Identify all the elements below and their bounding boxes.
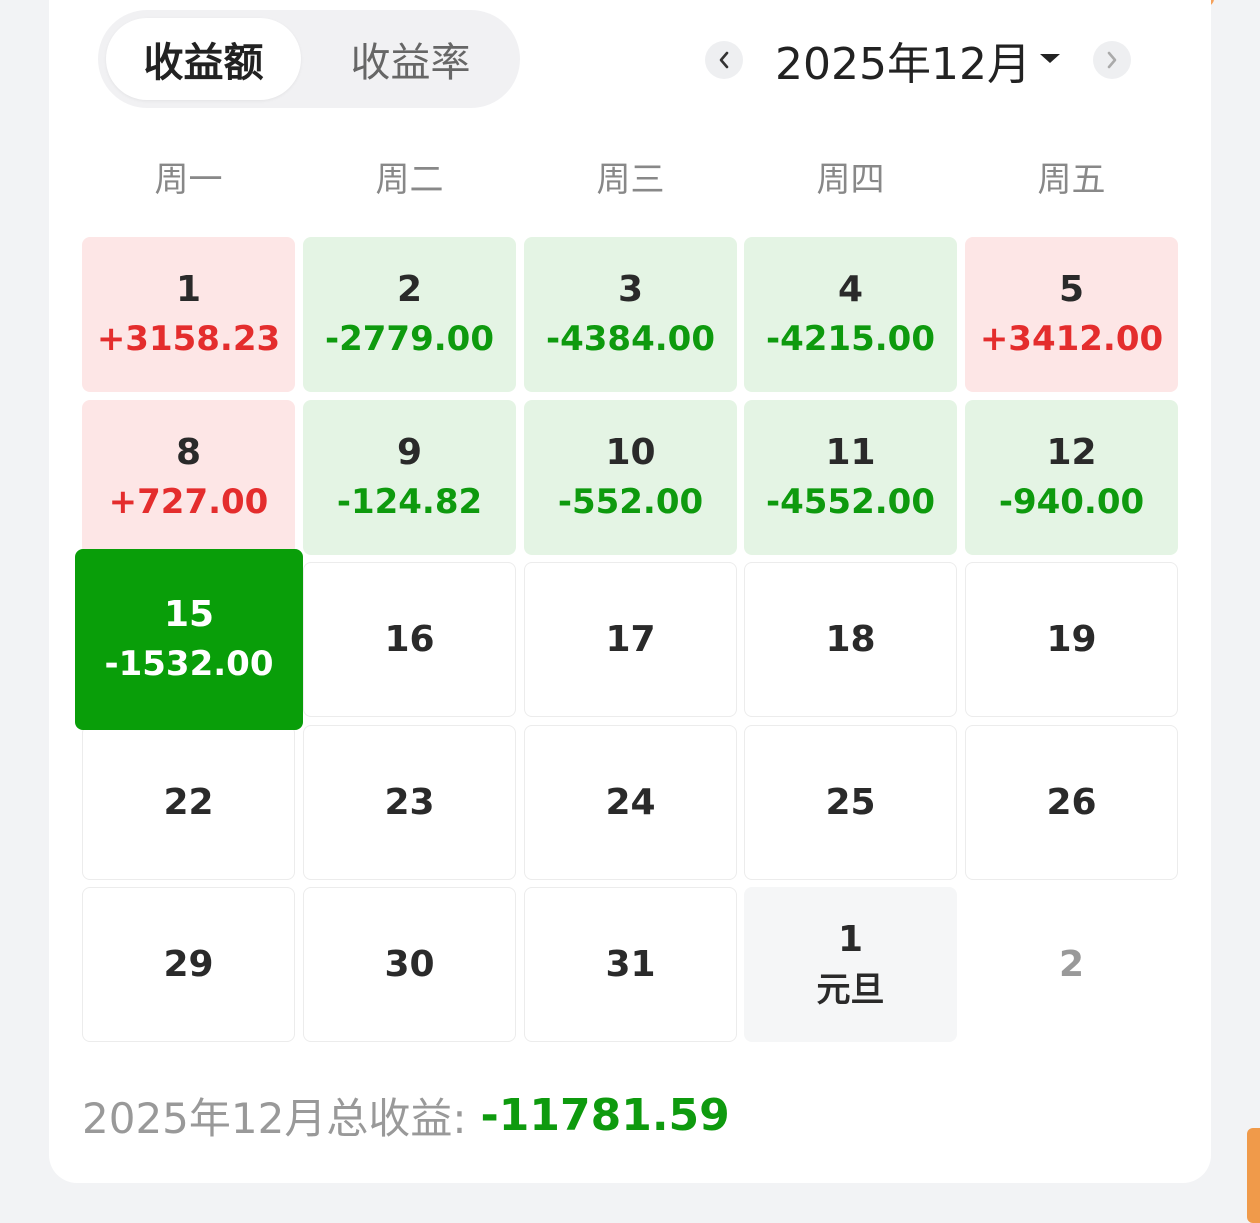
chevron-right-icon [1107, 51, 1117, 69]
tab-income-rate[interactable]: 收益率 [313, 18, 508, 100]
day-number: 3 [617, 268, 644, 310]
day-number: 1 [175, 268, 202, 310]
day-number: 2 [396, 268, 423, 310]
calendar-day-cell[interactable]: 17 [524, 562, 737, 717]
calendar-day-cell[interactable]: 30 [303, 887, 516, 1042]
caret-down-icon[interactable] [1040, 54, 1060, 63]
day-number: 16 [384, 618, 435, 660]
monthly-total-label: 2025年12月总收益: [82, 1093, 467, 1143]
day-number: 24 [605, 781, 656, 823]
calendar-day-cell[interactable]: 3 -4384.00 [524, 237, 737, 392]
day-number: 15 [163, 593, 215, 635]
calendar-day-cell[interactable]: 1 +3158.23 [82, 237, 295, 392]
day-income: -4215.00 [766, 318, 935, 359]
day-number: 10 [605, 431, 656, 473]
day-income: -552.00 [557, 481, 704, 522]
tab-income-amount[interactable]: 收益额 [106, 18, 301, 100]
day-number: 1 [837, 918, 864, 960]
weekday-label: 周四 [816, 160, 885, 200]
weekday-label: 周五 [1037, 160, 1106, 200]
calendar-day-cell[interactable]: 12 -940.00 [965, 400, 1178, 555]
calendar-day-cell[interactable]: 19 [965, 562, 1178, 717]
day-number: 29 [163, 943, 214, 985]
day-number: 12 [1046, 431, 1097, 473]
weekday-label: 周三 [596, 160, 665, 200]
calendar-day-cell[interactable]: 25 [744, 725, 957, 880]
calendar-day-cell[interactable]: 26 [965, 725, 1178, 880]
day-number: 9 [396, 431, 423, 473]
weekday-label: 周二 [375, 160, 444, 200]
holiday-label: 元旦 [816, 969, 885, 1010]
calendar-day-cell[interactable]: 5 +3412.00 [965, 237, 1178, 392]
calendar-day-cell[interactable]: 15 -1532.00 [75, 549, 303, 730]
side-handle[interactable] [1247, 1128, 1260, 1223]
day-income: +3158.23 [96, 318, 281, 359]
day-number: 17 [605, 618, 656, 660]
day-number: 8 [175, 431, 202, 473]
calendar-day-cell[interactable]: 16 [303, 562, 516, 717]
calendar-day-cell[interactable]: 4 -4215.00 [744, 237, 957, 392]
prev-month-button[interactable] [705, 41, 743, 79]
day-number: 4 [837, 268, 864, 310]
day-income: +3412.00 [979, 318, 1164, 359]
day-income: -1532.00 [104, 643, 274, 684]
day-number: 30 [384, 943, 435, 985]
calendar-day-cell[interactable]: 10 -552.00 [524, 400, 737, 555]
calendar-day-cell[interactable]: 24 [524, 725, 737, 880]
monthly-total-value: -11781.59 [480, 1089, 730, 1141]
day-income: -940.00 [998, 481, 1145, 522]
day-number: 2 [1058, 943, 1085, 985]
calendar-day-cell[interactable]: 9 -124.82 [303, 400, 516, 555]
calendar-day-cell[interactable]: 2 -2779.00 [303, 237, 516, 392]
day-income: -4384.00 [546, 318, 715, 359]
day-number: 23 [384, 781, 435, 823]
day-number: 31 [605, 943, 656, 985]
day-number: 26 [1046, 781, 1097, 823]
calendar-day-cell[interactable]: 1 元旦 [744, 887, 957, 1042]
day-number: 5 [1058, 268, 1085, 310]
calendar-day-cell[interactable]: 18 [744, 562, 957, 717]
day-income: -4552.00 [766, 481, 935, 522]
calendar-day-cell[interactable]: 23 [303, 725, 516, 880]
metric-toggle: 收益额 收益率 [98, 10, 520, 108]
next-month-button[interactable] [1093, 41, 1131, 79]
calendar-day-cell[interactable]: 29 [82, 887, 295, 1042]
day-number: 25 [825, 781, 876, 823]
month-selector[interactable]: 2025年12月 [775, 30, 1031, 90]
day-income: -124.82 [336, 481, 483, 522]
day-number: 18 [825, 618, 876, 660]
day-income: -2779.00 [325, 318, 494, 359]
calendar-day-cell[interactable]: 11 -4552.00 [744, 400, 957, 555]
calendar-day-cell[interactable]: 31 [524, 887, 737, 1042]
calendar-day-cell[interactable]: 8 +727.00 [82, 400, 295, 555]
calendar-day-cell[interactable]: 2 [965, 887, 1178, 1042]
day-number: 19 [1046, 618, 1097, 660]
day-number: 22 [163, 781, 214, 823]
calendar-day-cell[interactable]: 22 [82, 725, 295, 880]
monthly-total: 2025年12月总收益: -11781.59 [82, 1085, 730, 1145]
weekday-label: 周一 [154, 160, 223, 200]
day-income: +727.00 [108, 481, 269, 522]
chevron-left-icon [719, 51, 729, 69]
day-number: 11 [825, 431, 876, 473]
